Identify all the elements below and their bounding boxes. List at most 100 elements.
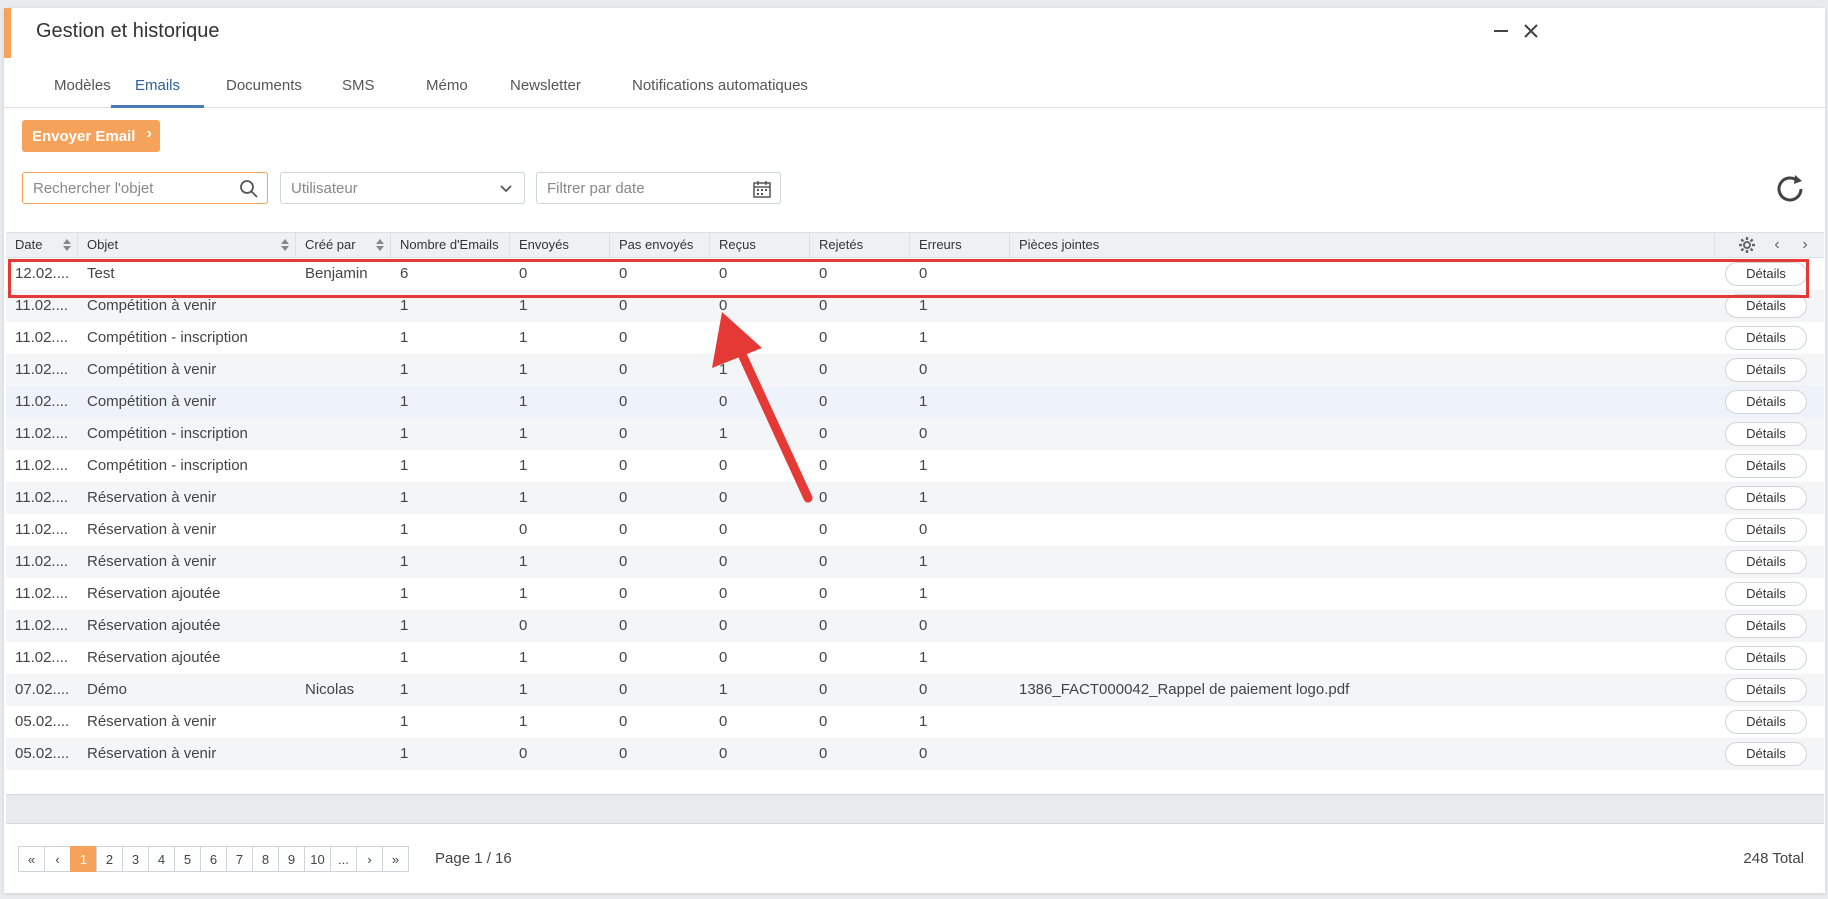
cell-objet: Réservation ajoutée [87, 585, 221, 602]
scroll-left-button[interactable]: ‹ [1767, 236, 1787, 254]
tab-memo[interactable]: Mémo [402, 64, 492, 108]
details-button[interactable]: Détails [1725, 454, 1807, 478]
refresh-icon[interactable] [1773, 172, 1807, 206]
col-objet[interactable]: Objet [78, 233, 296, 257]
page-button[interactable]: 9 [278, 846, 305, 872]
cell-pieces-jointes [1010, 482, 1610, 514]
details-button[interactable]: Détails [1725, 486, 1807, 510]
tab-bar: Modèles Emails Documents SMS Mémo Newsle… [4, 64, 1825, 108]
cell-rejetes: 0 [819, 489, 828, 506]
date-filter-input[interactable] [537, 173, 780, 203]
details-button[interactable]: Détails [1725, 262, 1807, 286]
details-button[interactable]: Détails [1725, 646, 1807, 670]
cell-cree-par [296, 738, 391, 770]
tab-documents[interactable]: Documents [202, 64, 326, 108]
tab-emails[interactable]: Emails [111, 64, 205, 108]
tab-notifications[interactable]: Notifications automatiques [608, 64, 832, 108]
scroll-right-button[interactable]: › [1795, 236, 1815, 254]
details-button[interactable]: Détails [1725, 358, 1807, 382]
cell-erreurs: 1 [919, 393, 928, 410]
col-erreurs[interactable]: Erreurs [910, 233, 1010, 257]
details-button[interactable]: Détails [1725, 550, 1807, 574]
table-row[interactable]: 11.02.... Réservation à venir 1 1 0 0 0 1 Détail… [6, 482, 1824, 514]
cell-erreurs: 0 [919, 617, 928, 634]
chevron-down-icon [500, 185, 512, 193]
chevron-right-icon: › [146, 125, 152, 142]
search-icon[interactable] [239, 179, 259, 199]
cell-pas-envoyes: 0 [619, 585, 628, 602]
details-button[interactable]: Détails [1725, 326, 1807, 350]
table-row[interactable]: 11.02.... Réservation ajoutée 1 0 0 0 0 0 Détail… [6, 610, 1824, 642]
page-ellipsis[interactable]: ... [330, 846, 357, 872]
page-button[interactable]: 5 [174, 846, 201, 872]
table-row[interactable]: 11.02.... Compétition à venir 1 1 0 0 0 1 Détail… [6, 290, 1824, 322]
table-row[interactable]: 11.02.... Réservation à venir 1 0 0 0 0 0 Détail… [6, 514, 1824, 546]
details-button[interactable]: Détails [1725, 390, 1807, 414]
col-recus[interactable]: Reçus [710, 233, 810, 257]
details-button[interactable]: Détails [1725, 614, 1807, 638]
col-cree-par[interactable]: Créé par [296, 233, 391, 257]
column-settings-button[interactable] [1737, 236, 1757, 254]
page-button[interactable]: 3 [122, 846, 149, 872]
cell-objet: Compétition - inscription [87, 425, 248, 442]
last-page-icon[interactable]: » [382, 846, 409, 872]
page-button[interactable]: 6 [200, 846, 227, 872]
minimize-button[interactable] [1486, 16, 1516, 46]
table-row[interactable]: 07.02.... Démo Nicolas 1 1 0 1 0 0 1386_FACT00004… [6, 674, 1824, 706]
table-row[interactable]: 12.02.... Test Benjamin 6 0 0 0 0 0 Détails [6, 258, 1824, 290]
user-select-input[interactable] [281, 173, 524, 203]
details-button[interactable]: Détails [1725, 422, 1807, 446]
col-date[interactable]: Date [6, 233, 78, 257]
close-button[interactable] [1516, 16, 1546, 46]
details-button[interactable]: Détails [1725, 518, 1807, 542]
tab-sms[interactable]: SMS [318, 64, 399, 108]
first-page-icon[interactable]: « [18, 846, 45, 872]
cell-rejetes: 0 [819, 649, 828, 666]
cell-rejetes: 0 [819, 329, 828, 346]
page-button[interactable]: 1 [70, 846, 97, 872]
table-row[interactable]: 11.02.... Compétition à venir 1 1 0 1 0 0 Détail… [6, 354, 1824, 386]
table-row[interactable]: 05.02.... Réservation à venir 1 0 0 0 0 0 Détail… [6, 738, 1824, 770]
send-email-button[interactable]: Envoyer Email › [22, 120, 160, 152]
calendar-icon[interactable] [752, 179, 772, 199]
cell-date: 11.02.... [15, 425, 69, 442]
table-row[interactable]: 11.02.... Réservation à venir 1 1 0 0 0 1 Détail… [6, 546, 1824, 578]
page-button[interactable]: 4 [148, 846, 175, 872]
search-input[interactable] [23, 173, 267, 203]
cell-pas-envoyes: 0 [619, 553, 628, 570]
table-row[interactable]: 11.02.... Réservation ajoutée 1 1 0 0 0 1 Détail… [6, 578, 1824, 610]
tab-newsletter[interactable]: Newsletter [486, 64, 605, 108]
cell-cree-par [296, 450, 391, 482]
cell-recus: 0 [719, 329, 728, 346]
col-pas-envoyes[interactable]: Pas envoyés [610, 233, 710, 257]
table-row[interactable]: 11.02.... Compétition à venir 1 1 0 0 0 1 Détail… [6, 386, 1824, 418]
cell-erreurs: 1 [919, 649, 928, 666]
col-pieces-jointes[interactable]: Pièces jointes [1010, 233, 1610, 257]
details-button[interactable]: Détails [1725, 710, 1807, 734]
cell-nombre: 1 [400, 489, 409, 506]
details-button[interactable]: Détails [1725, 582, 1807, 606]
col-nombre[interactable]: Nombre d'Emails [391, 233, 510, 257]
date-filter[interactable] [536, 172, 781, 204]
cell-erreurs: 0 [919, 521, 928, 538]
details-button[interactable]: Détails [1725, 294, 1807, 318]
page-button[interactable]: 8 [252, 846, 279, 872]
table-row[interactable]: 11.02.... Compétition - inscription 1 1 0 0 0 1… [6, 322, 1824, 354]
chevron-left-icon[interactable]: ‹ [44, 846, 71, 872]
table-row[interactable]: 11.02.... Compétition - inscription 1 1 0 0 0 1… [6, 450, 1824, 482]
cell-nombre: 1 [400, 713, 409, 730]
chevron-right-icon[interactable]: › [356, 846, 383, 872]
cell-objet: Réservation ajoutée [87, 649, 221, 666]
table-row[interactable]: 11.02.... Compétition - inscription 1 1 0 1 0 0… [6, 418, 1824, 450]
page-button[interactable]: 7 [226, 846, 253, 872]
user-select[interactable] [280, 172, 525, 204]
page-button[interactable]: 2 [96, 846, 123, 872]
col-rejetes[interactable]: Rejetés [810, 233, 910, 257]
table-row[interactable]: 05.02.... Réservation à venir 1 1 0 0 0 1 Détail… [6, 706, 1824, 738]
table-row[interactable]: 11.02.... Réservation ajoutée 1 1 0 0 0 1 Détail… [6, 642, 1824, 674]
page-button[interactable]: 10 [304, 846, 331, 872]
cell-pas-envoyes: 0 [619, 521, 628, 538]
details-button[interactable]: Détails [1725, 678, 1807, 702]
details-button[interactable]: Détails [1725, 742, 1807, 766]
col-envoyes[interactable]: Envoyés [510, 233, 610, 257]
